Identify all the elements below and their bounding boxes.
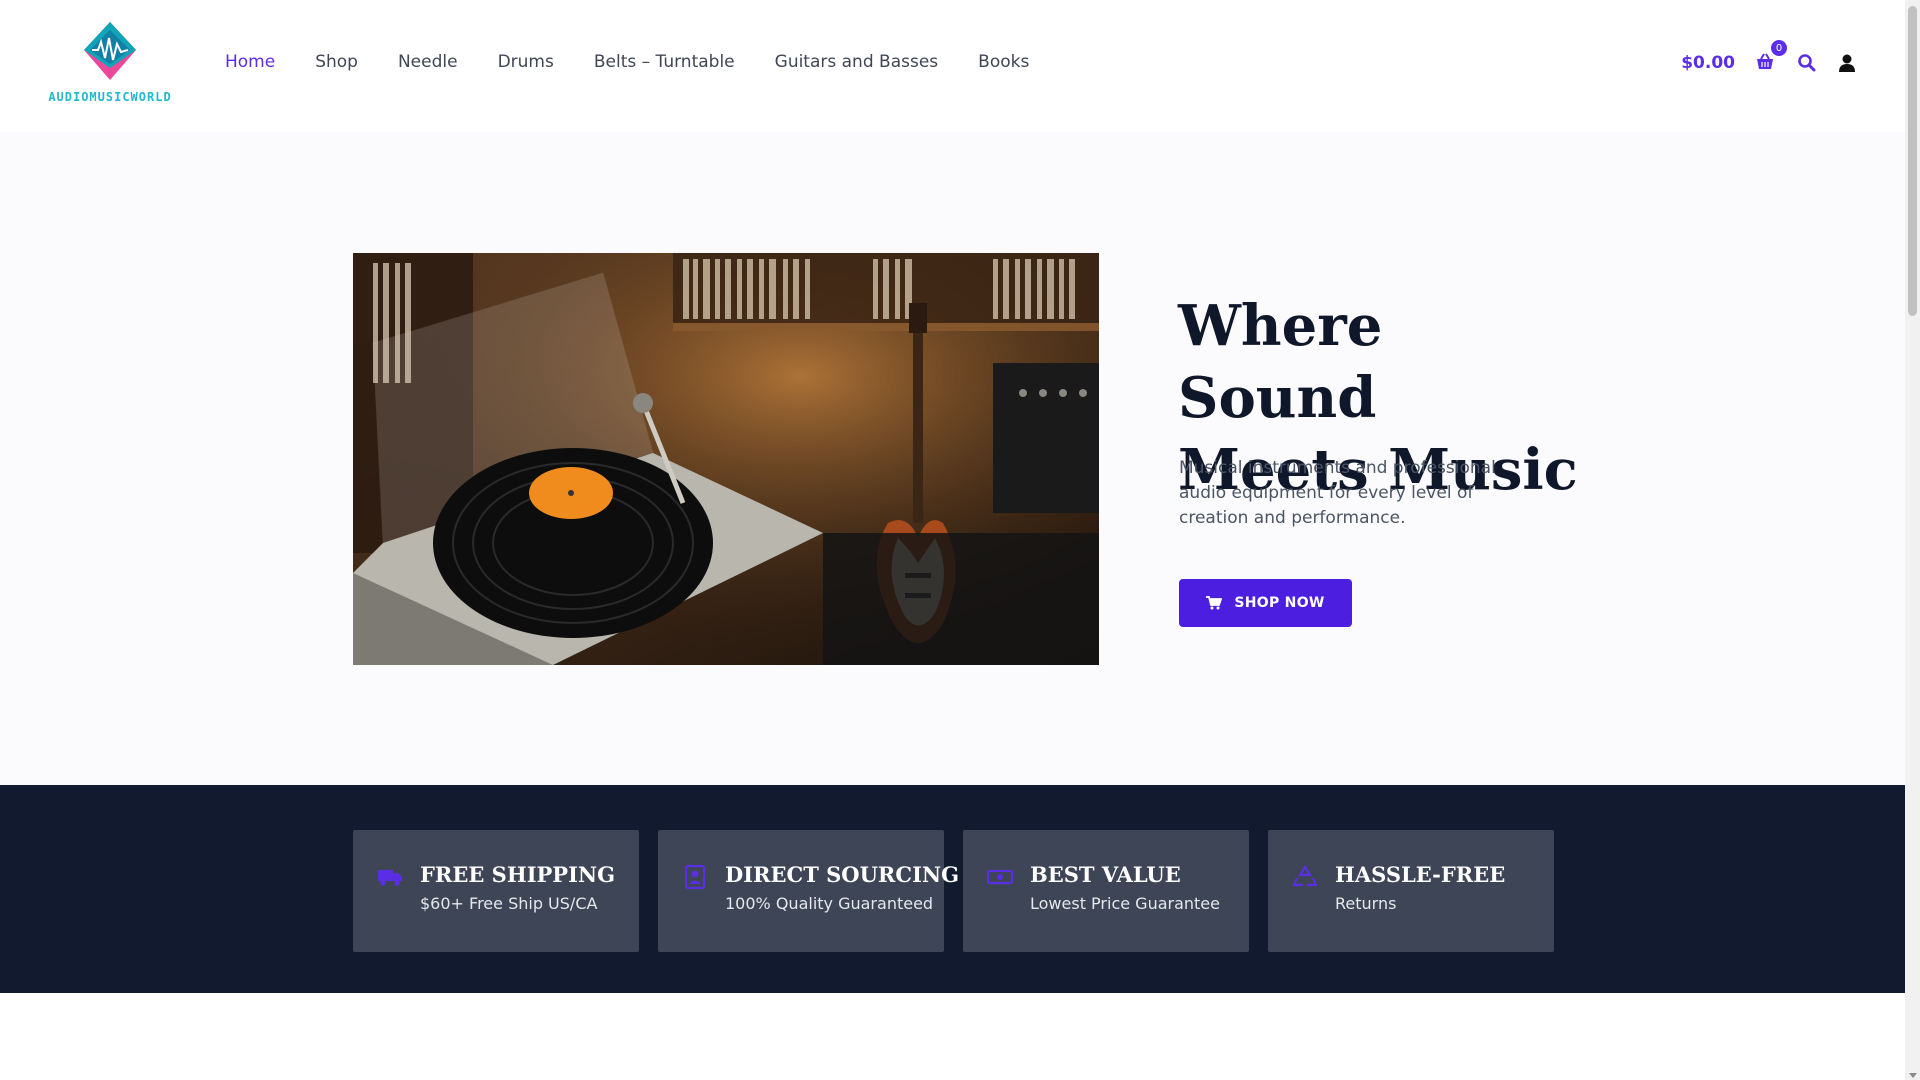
account-button[interactable] (1837, 53, 1857, 73)
feature-card-free-shipping: FREE SHIPPING $60+ Free Ship US/CA (353, 830, 639, 952)
hero-image (353, 253, 1099, 665)
nav-item-drums[interactable]: Drums (498, 52, 554, 72)
basket-icon (1757, 53, 1773, 69)
feature-card-direct-sourcing: DIRECT SOURCING 100% Quality Guaranteed (658, 830, 959, 952)
nav-item-needle[interactable]: Needle (398, 52, 458, 72)
feature-title: DIRECT SOURCING (725, 862, 960, 887)
feature-card-best-value: BEST VALUE Lowest Price Guarantee (963, 830, 1249, 952)
search-icon (1798, 54, 1816, 72)
feature-title: HASSLE-FREE (1335, 862, 1506, 887)
features-band: FREE SHIPPING $60+ Free Ship US/CA DIREC… (0, 785, 1905, 993)
logo-wordmark: AUDIOMUSICWORLD (48, 90, 172, 104)
page-scrollbar[interactable] (1905, 0, 1920, 1080)
feature-card-hassle-free: HASSLE-FREE Returns (1268, 830, 1554, 952)
feature-subtitle: 100% Quality Guaranteed (725, 894, 934, 913)
nav-item-books[interactable]: Books (978, 52, 1029, 72)
shop-now-label: SHOP NOW (1234, 595, 1325, 611)
cart-icon (1206, 596, 1223, 610)
feature-subtitle: Lowest Price Guarantee (1030, 894, 1220, 913)
feature-subtitle: $60+ Free Ship US/CA (420, 894, 598, 913)
truck-icon (378, 870, 402, 886)
logo-mark-icon (84, 22, 136, 80)
scrollbar-thumb[interactable] (1908, 6, 1917, 316)
nav-item-guitars-and-basses[interactable]: Guitars and Basses (775, 52, 939, 72)
scroll-down-arrow-icon[interactable] (1909, 1073, 1917, 1078)
feature-title: FREE SHIPPING (420, 862, 616, 887)
search-button[interactable] (1797, 53, 1817, 73)
nav-item-shop[interactable]: Shop (315, 52, 358, 72)
cart-count-badge: 0 (1771, 40, 1787, 56)
site-logo[interactable]: AUDIOMUSICWORLD (36, 20, 184, 106)
feature-subtitle: Returns (1335, 894, 1397, 913)
header-actions: $0.00 0 (1681, 40, 1857, 74)
cart-button[interactable]: 0 (1755, 40, 1787, 74)
site-header: AUDIOMUSICWORLD Home Shop Needle Drums B… (0, 0, 1905, 132)
shop-now-button[interactable]: SHOP NOW (1179, 579, 1352, 627)
hero-description: Musical instruments and professional aud… (1179, 458, 1496, 528)
main-nav: Home Shop Needle Drums Belts – Turntable… (225, 52, 1069, 72)
hero-title-line-1: Where Sound (1178, 293, 1383, 431)
cart-total[interactable]: $0.00 (1681, 53, 1735, 73)
money-icon (987, 869, 1013, 885)
hero-section: Where Sound Meets Music Musical instrume… (0, 132, 1905, 785)
recycle-icon (1292, 864, 1318, 887)
feature-title: BEST VALUE (1030, 862, 1181, 887)
user-icon (1839, 54, 1855, 72)
nav-item-home[interactable]: Home (225, 52, 275, 72)
nav-item-belts-turntable[interactable]: Belts – Turntable (594, 52, 735, 72)
badge-icon (684, 864, 706, 890)
